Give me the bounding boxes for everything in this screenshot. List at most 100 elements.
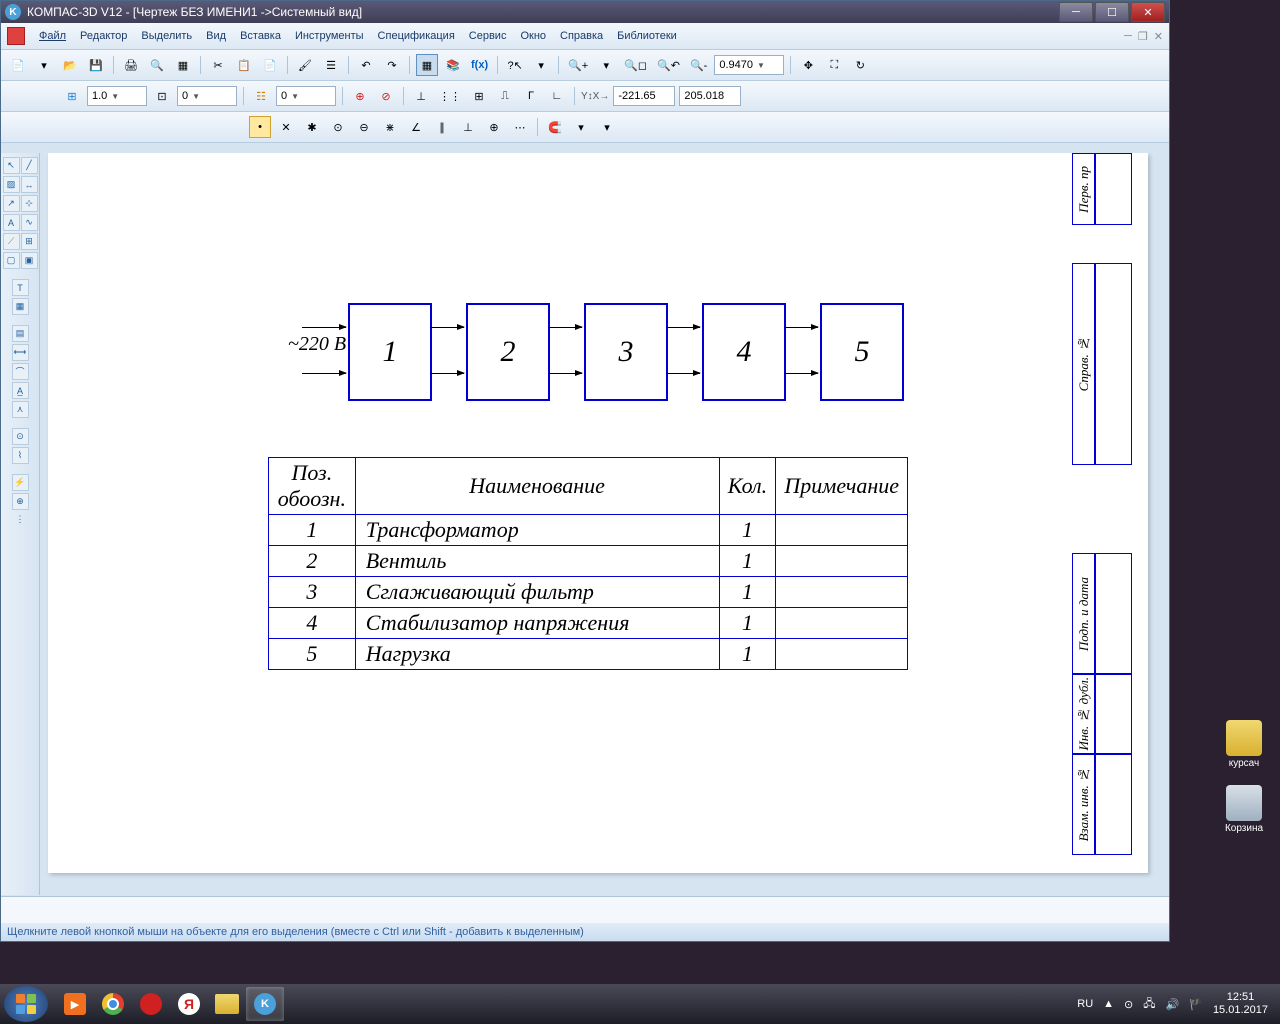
tool-line[interactable]: ╱	[21, 157, 38, 174]
minimize-button[interactable]: ─	[1059, 2, 1093, 22]
grid-snap-2[interactable]: ⊞	[468, 85, 490, 107]
tool-arc[interactable]: ⌒	[12, 363, 29, 380]
tool-table2[interactable]: ▦	[12, 298, 29, 315]
mdi-close[interactable]: ✕	[1154, 30, 1163, 43]
pan-button[interactable]: ✥	[797, 54, 819, 76]
print-button[interactable]: 🖨	[120, 54, 142, 76]
taskbar-yandex[interactable]: Я	[170, 987, 208, 1021]
menu-file[interactable]: Файл	[39, 30, 66, 42]
tray-up-icon[interactable]: ▲	[1103, 998, 1114, 1010]
tool-anno[interactable]: A̲	[12, 382, 29, 399]
new-button[interactable]: 📄	[7, 54, 29, 76]
zoom-prev-button[interactable]: 🔍↶	[654, 54, 683, 76]
menu-spec[interactable]: Спецификация	[378, 30, 455, 42]
taskbar-kompas[interactable]: K	[246, 987, 284, 1021]
layer-combo[interactable]: 0▼	[276, 86, 336, 106]
snap-dropdown-2[interactable]: ▾	[596, 116, 618, 138]
taskbar-explorer[interactable]	[208, 987, 246, 1021]
snap-end[interactable]: •	[249, 116, 271, 138]
tray-lang[interactable]: RU	[1077, 998, 1093, 1010]
tool-circle[interactable]: ⊙	[12, 428, 29, 445]
tray-shield-icon[interactable]: ⊙	[1124, 998, 1133, 1011]
local-cs-button[interactable]: ∟	[546, 85, 568, 107]
help-cursor-button[interactable]: ?↖	[504, 54, 526, 76]
layers-icon[interactable]: ☷	[250, 85, 272, 107]
desktop-folder[interactable]: курсач	[1222, 720, 1266, 769]
zoom-out-button[interactable]: 🔍-	[687, 54, 710, 76]
refresh-button[interactable]: ↻	[849, 54, 871, 76]
menu-tools[interactable]: Инструменты	[295, 30, 364, 42]
redo-button[interactable]: ↷	[381, 54, 403, 76]
undo-button[interactable]: ↶	[355, 54, 377, 76]
menu-select[interactable]: Выделить	[141, 30, 192, 42]
snap-center[interactable]: ⊙	[327, 116, 349, 138]
tool-insert[interactable]: ▢	[3, 252, 20, 269]
snap-angle[interactable]: ∠	[405, 116, 427, 138]
tool-rough[interactable]: ⟋	[3, 233, 20, 250]
taskbar-media[interactable]: ▶	[56, 987, 94, 1021]
snap-cross[interactable]: ✱	[301, 116, 323, 138]
tool-misc[interactable]: ⋏	[12, 401, 29, 418]
tool-dim2[interactable]: ⟷	[12, 344, 29, 361]
round-button[interactable]: Γ	[520, 85, 542, 107]
zoom-fit-button[interactable]: ⛶	[823, 54, 845, 76]
canvas[interactable]: ~220 В 1 2 3 4 5	[40, 153, 1169, 895]
tool-dim[interactable]: ↔	[21, 176, 38, 193]
copy-button[interactable]: 📋	[233, 54, 255, 76]
menu-view[interactable]: Вид	[206, 30, 226, 42]
tool-flash[interactable]: ⚡	[12, 474, 29, 491]
snap-parallel[interactable]: ∥	[431, 116, 453, 138]
step-button[interactable]: ⊡	[151, 85, 173, 107]
mdi-restore[interactable]: ❐	[1138, 30, 1148, 43]
menu-window[interactable]: Окно	[520, 30, 546, 42]
maximize-button[interactable]: ☐	[1095, 2, 1129, 22]
tool-note[interactable]: ∿	[21, 214, 38, 231]
grid-snap-button[interactable]: ⋮⋮	[436, 85, 464, 107]
zoom-dropdown-1[interactable]: ▾	[595, 54, 617, 76]
snap-mid[interactable]: ✕	[275, 116, 297, 138]
taskbar-opera[interactable]	[132, 987, 170, 1021]
tray-sound-icon[interactable]: 🔊	[1166, 998, 1180, 1011]
close-button[interactable]: ✕	[1131, 2, 1165, 22]
tool-view[interactable]: ▣	[21, 252, 38, 269]
tray-clock[interactable]: 12:51 15.01.2017	[1213, 991, 1268, 1017]
tool-ortho[interactable]: ⊕	[12, 493, 29, 510]
tool-leader[interactable]: ↗	[3, 195, 20, 212]
titlebar[interactable]: K КОМПАС-3D V12 - [Чертеж БЕЗ ИМЕНИ1 ->С…	[1, 1, 1169, 23]
dropdown-1[interactable]: ▾	[530, 54, 552, 76]
copy-props-button[interactable]: 🖌	[294, 54, 316, 76]
snap-near[interactable]: ⊕	[483, 116, 505, 138]
snap-magnet[interactable]: 🧲	[544, 116, 566, 138]
tool-table[interactable]: ⊞	[21, 233, 38, 250]
grid-toggle[interactable]: ⊞	[61, 85, 83, 107]
snap-perp[interactable]: ⊥	[457, 116, 479, 138]
properties-button[interactable]: ☰	[320, 54, 342, 76]
menu-help[interactable]: Справка	[560, 30, 603, 42]
ortho-button[interactable]: ⊥	[410, 85, 432, 107]
zoom-window-button[interactable]: 🔍◻	[621, 54, 650, 76]
snap-grid[interactable]: ⋯	[509, 116, 531, 138]
tool-hatch[interactable]: ▨	[3, 176, 20, 193]
scale-combo[interactable]: 1.0▼	[87, 86, 147, 106]
snap-tangent[interactable]: ⊖	[353, 116, 375, 138]
tool-text[interactable]: A	[3, 214, 20, 231]
taskbar-chrome[interactable]	[94, 987, 132, 1021]
snap-toggle-2[interactable]: ⊘	[375, 85, 397, 107]
tray-flag-icon[interactable]: 🏴	[1189, 998, 1203, 1011]
layers-button[interactable]: 📚	[442, 54, 464, 76]
menu-service[interactable]: Сервис	[469, 30, 507, 42]
paste-button[interactable]: 📄	[259, 54, 281, 76]
coord-y-input[interactable]	[679, 86, 741, 106]
start-button[interactable]	[4, 986, 48, 1022]
tray-network-icon[interactable]: 🖧	[1143, 995, 1155, 1014]
snap-node[interactable]: ⋇	[379, 116, 401, 138]
open-button[interactable]: 📂	[59, 54, 81, 76]
grid-button[interactable]: ▦	[416, 54, 438, 76]
new-dropdown[interactable]: ▾	[33, 54, 55, 76]
menu-insert[interactable]: Вставка	[240, 30, 281, 42]
snap-toggle-1[interactable]: ⊕	[349, 85, 371, 107]
preview-button[interactable]: 🔍	[146, 54, 168, 76]
menu-editor[interactable]: Редактор	[80, 30, 127, 42]
variables-button[interactable]: f(x)	[468, 54, 491, 76]
tool-spline[interactable]: ⌇	[12, 447, 29, 464]
